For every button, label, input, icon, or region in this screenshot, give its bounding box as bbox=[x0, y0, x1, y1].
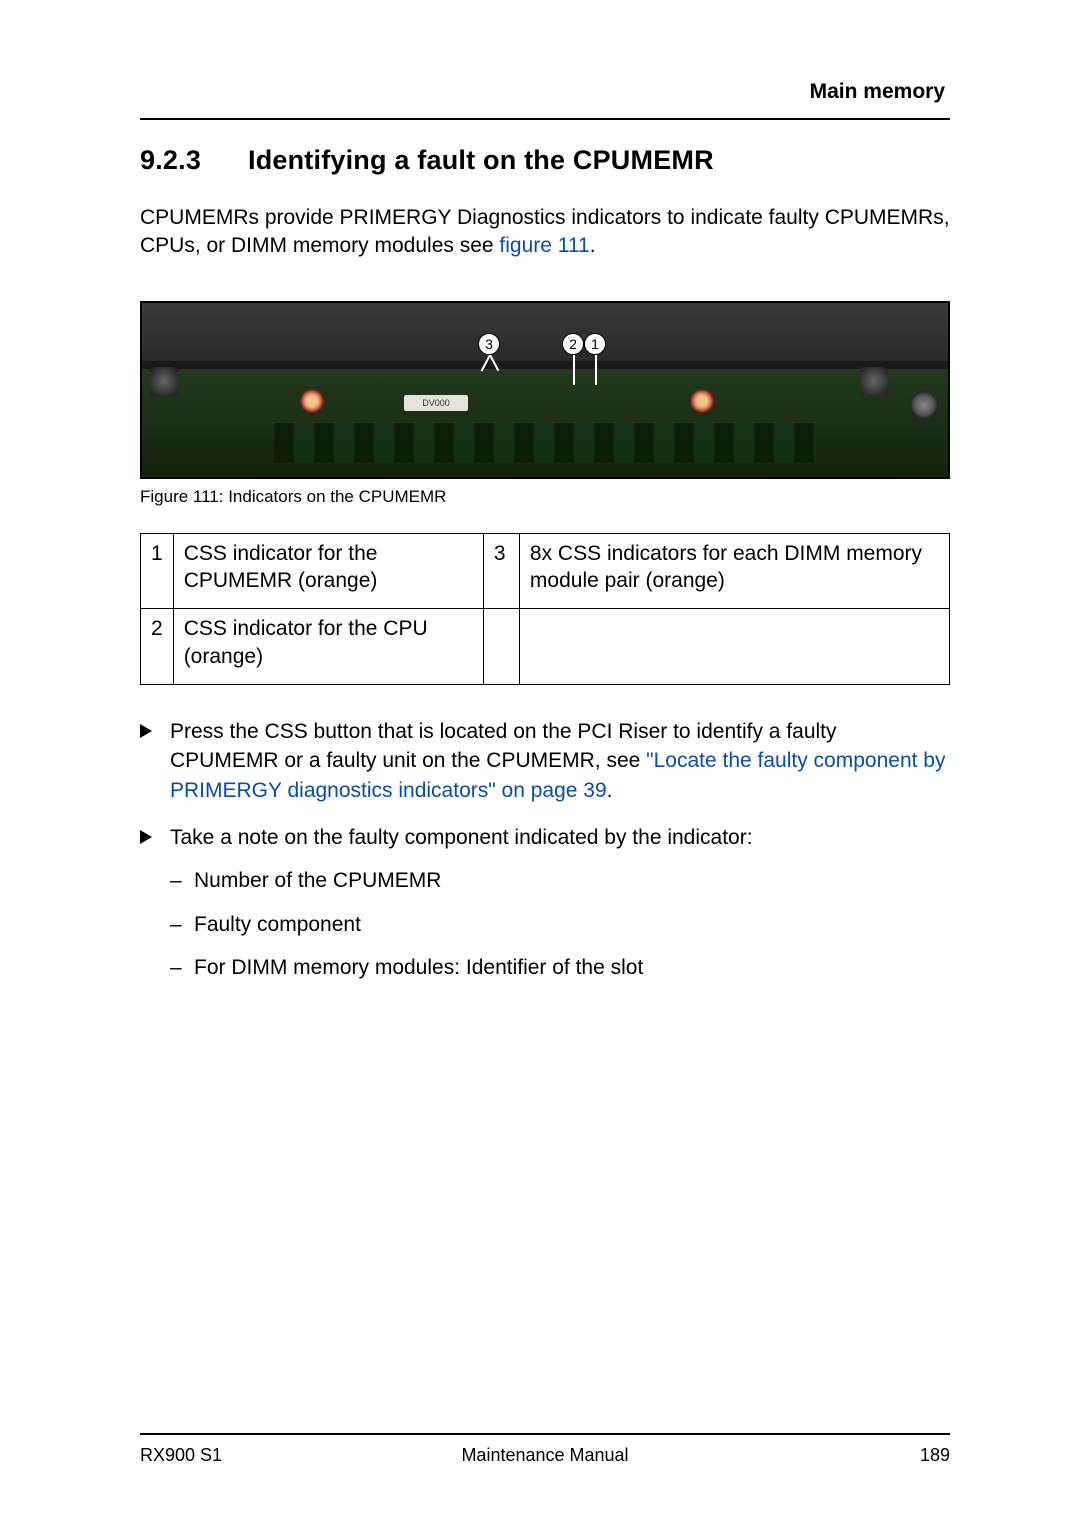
step-terminator: . bbox=[607, 779, 613, 802]
table-row: 1 CSS indicator for the CPUMEMR (orange)… bbox=[141, 533, 950, 609]
callout-leader bbox=[595, 355, 597, 385]
sub-list: Number of the CPUMEMR Faulty component F… bbox=[170, 866, 950, 982]
dimm-slots bbox=[274, 423, 816, 463]
screw-icon bbox=[300, 389, 324, 413]
section-heading: 9.2.3Identifying a fault on the CPUMEMR bbox=[140, 145, 950, 176]
latch-right bbox=[860, 367, 888, 395]
page: Main memory 9.2.3Identifying a fault on … bbox=[0, 0, 1080, 1526]
legend-table: 1 CSS indicator for the CPUMEMR (orange)… bbox=[140, 533, 950, 685]
procedure-list: Press the CSS button that is located on … bbox=[140, 717, 950, 997]
figure-111: DV000 3 2 1 bbox=[140, 301, 950, 479]
procedure-step: Press the CSS button that is located on … bbox=[140, 717, 950, 805]
figure-caption: Figure 111: Indicators on the CPUMEMR bbox=[140, 487, 950, 507]
legend-desc: CSS indicator for the CPUMEMR (orange) bbox=[173, 533, 483, 609]
procedure-step: Take a note on the faulty component indi… bbox=[140, 823, 950, 997]
intro-paragraph: CPUMEMRs provide PRIMERGY Diagnostics in… bbox=[140, 204, 950, 261]
page-footer: RX900 S1 Maintenance Manual 189 bbox=[140, 1433, 950, 1466]
legend-num bbox=[483, 609, 519, 685]
step-marker-icon bbox=[140, 823, 170, 997]
step-body: Press the CSS button that is located on … bbox=[170, 717, 950, 805]
running-header: Main memory bbox=[810, 80, 945, 104]
legend-desc bbox=[519, 609, 949, 685]
legend-num: 3 bbox=[483, 533, 519, 609]
list-item: For DIMM memory modules: Identifier of t… bbox=[170, 953, 950, 982]
figure-link[interactable]: figure 111 bbox=[499, 234, 589, 257]
callout-1: 1 bbox=[584, 333, 606, 355]
callout-leader bbox=[573, 355, 575, 385]
latch-left bbox=[150, 367, 178, 395]
screw-icon bbox=[690, 389, 714, 413]
step-text: Take a note on the faulty component indi… bbox=[170, 826, 753, 849]
pcb-top-plate bbox=[142, 303, 948, 361]
legend-desc: 8x CSS indicators for each DIMM memory m… bbox=[519, 533, 949, 609]
callout-2: 2 bbox=[562, 333, 584, 355]
intro-terminator: . bbox=[590, 234, 596, 257]
step-marker-icon bbox=[140, 717, 170, 805]
list-item: Faulty component bbox=[170, 910, 950, 939]
legend-num: 2 bbox=[141, 609, 174, 685]
board-label: DV000 bbox=[404, 395, 468, 411]
section-number: 9.2.3 bbox=[140, 145, 248, 176]
list-item: Number of the CPUMEMR bbox=[170, 866, 950, 895]
table-row: 2 CSS indicator for the CPU (orange) bbox=[141, 609, 950, 685]
section-title: Identifying a fault on the CPUMEMR bbox=[248, 145, 714, 175]
legend-desc: CSS indicator for the CPU (orange) bbox=[173, 609, 483, 685]
footer-center: Maintenance Manual bbox=[140, 1445, 950, 1466]
legend-num: 1 bbox=[141, 533, 174, 609]
step-body: Take a note on the faulty component indi… bbox=[170, 823, 950, 997]
screw-icon bbox=[910, 391, 938, 419]
header-rule bbox=[140, 118, 950, 120]
content-area: 9.2.3Identifying a fault on the CPUMEMR … bbox=[140, 145, 950, 1015]
callout-3: 3 bbox=[478, 333, 500, 355]
